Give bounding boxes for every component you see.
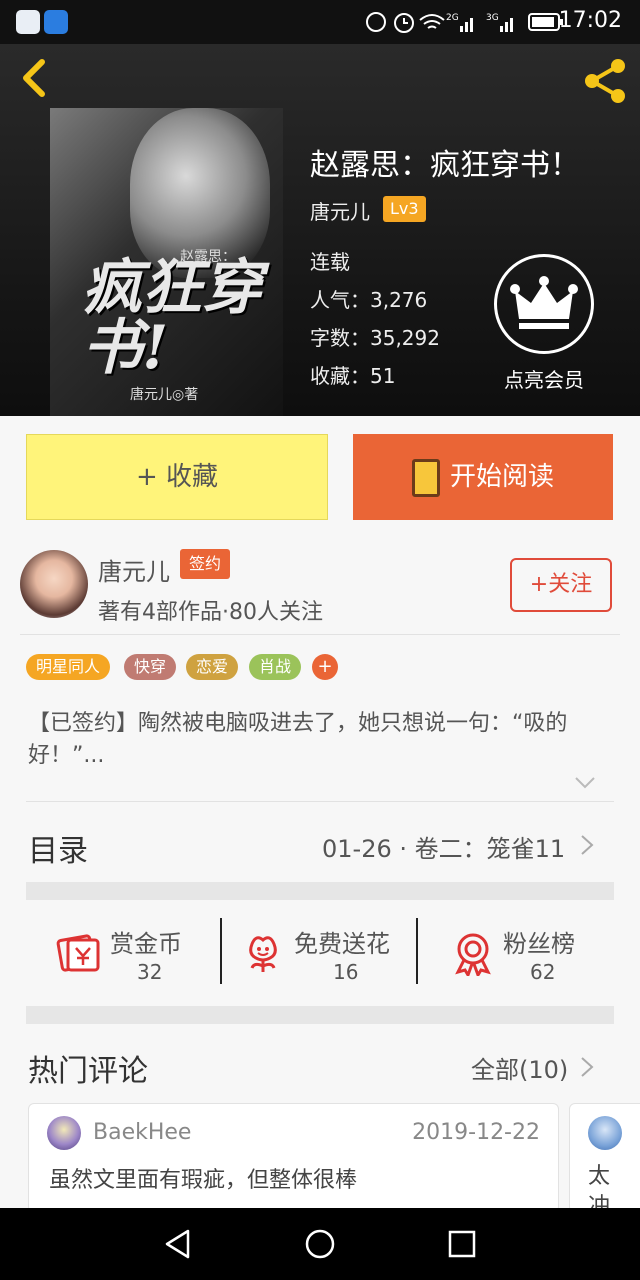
commenter-name[interactable]: BaekHee bbox=[93, 1120, 191, 1145]
medal-icon[interactable] bbox=[450, 930, 496, 976]
divider bbox=[416, 918, 418, 984]
status-icons: 2G 3G bbox=[366, 12, 513, 33]
book-icon bbox=[411, 458, 440, 497]
chevron-right-icon[interactable] bbox=[580, 834, 594, 856]
synopsis[interactable]: 【已签约】陶然被电脑吸进去了，她只想说一句：“吸的好！”... bbox=[28, 708, 613, 772]
stat-value: 32 bbox=[137, 960, 163, 984]
favorites-count: 收藏：51 bbox=[310, 364, 396, 388]
cover-author-tag: 唐元儿◎著 bbox=[130, 387, 199, 403]
section-separator bbox=[26, 882, 614, 900]
tag-item[interactable]: 肖战 bbox=[249, 654, 302, 680]
commenter-avatar[interactable] bbox=[47, 1116, 81, 1150]
comments-title: 热门评论 bbox=[28, 1054, 148, 1089]
comment-date: 2019-12-22 bbox=[412, 1120, 540, 1145]
stat-label[interactable]: 赏金币 bbox=[110, 924, 182, 959]
k-app-icon bbox=[44, 10, 68, 34]
system-nav-bar bbox=[0, 1208, 640, 1280]
stat-value: 16 bbox=[333, 960, 359, 984]
tag-item[interactable]: 明星同人 bbox=[26, 654, 111, 680]
clock: 17:02 bbox=[558, 8, 622, 33]
comment-card[interactable]: BaekHee 2019-12-22 虽然文里面有瑕疵，但整体很棒 bbox=[28, 1103, 559, 1213]
browser-app-icon bbox=[16, 10, 40, 34]
word-count: 字数：35,292 bbox=[310, 326, 440, 350]
tag-item[interactable]: 快穿 bbox=[124, 654, 177, 680]
chevron-down-icon[interactable] bbox=[574, 776, 596, 790]
flower-icon[interactable] bbox=[240, 930, 286, 976]
recents-nav-icon[interactable] bbox=[446, 1228, 478, 1260]
book-header: 赵露思： 疯狂穿书! 唐元儿◎著 赵露思：疯狂穿书！ 唐元儿 Lv3 连载 人气… bbox=[0, 44, 640, 416]
back-icon[interactable] bbox=[14, 56, 54, 100]
commenter-avatar[interactable] bbox=[588, 1116, 622, 1150]
divider bbox=[220, 918, 222, 984]
reward-coin-icon[interactable] bbox=[56, 930, 102, 976]
header-author-name[interactable]: 唐元儿 bbox=[310, 196, 370, 225]
start-reading-button[interactable]: 开始阅读 bbox=[353, 434, 613, 520]
book-title: 赵露思：疯狂穿书！ bbox=[310, 148, 580, 183]
tag-item[interactable]: 恋爱 bbox=[186, 654, 239, 680]
crown-icon bbox=[510, 276, 578, 329]
serial-status: 连载 bbox=[310, 250, 350, 274]
comment-text: 太 冲 bbox=[588, 1164, 611, 1213]
share-icon[interactable] bbox=[580, 56, 630, 106]
author-stats: 著有4部作品·80人关注 bbox=[98, 600, 323, 625]
chevron-right-icon[interactable] bbox=[580, 1056, 594, 1078]
popularity: 人气：3,276 bbox=[310, 288, 428, 312]
cover-title-art: 疯狂穿书! bbox=[82, 253, 262, 383]
stat-label[interactable]: 免费送花 bbox=[294, 924, 390, 959]
home-nav-icon[interactable] bbox=[304, 1228, 336, 1260]
divider bbox=[26, 801, 614, 802]
start-reading-label: 开始阅读 bbox=[449, 462, 554, 492]
catalog-title[interactable]: 目录 bbox=[28, 826, 88, 870]
latest-chapter[interactable]: 01-26 · 卷二：笼雀11 bbox=[322, 829, 565, 864]
vip-label[interactable]: 点亮会员 bbox=[488, 364, 600, 393]
book-cover[interactable]: 赵露思： 疯狂穿书! 唐元儿◎著 bbox=[50, 108, 283, 416]
svg-text:3G: 3G bbox=[486, 13, 499, 23]
all-comments-link[interactable]: 全部(10) bbox=[471, 1050, 568, 1085]
vip-button[interactable] bbox=[494, 254, 594, 354]
svg-text:2G: 2G bbox=[446, 13, 459, 23]
back-nav-icon[interactable] bbox=[162, 1228, 194, 1260]
favorite-button[interactable]: + 收藏 bbox=[26, 434, 328, 520]
signed-badge: 签约 bbox=[180, 549, 231, 579]
status-bar: 2G 3G 17:02 bbox=[0, 0, 640, 44]
follow-button[interactable]: +关注 bbox=[510, 558, 612, 612]
comment-text: 虽然文里面有瑕疵，但整体很棒 bbox=[49, 1168, 358, 1193]
comment-card[interactable]: 太 冲 bbox=[569, 1103, 640, 1213]
section-separator bbox=[26, 1006, 614, 1024]
add-tag-button[interactable]: + bbox=[312, 654, 338, 680]
stat-value: 62 bbox=[530, 960, 556, 984]
author-name[interactable]: 唐元儿 bbox=[98, 552, 170, 587]
level-badge: Lv3 bbox=[383, 196, 426, 222]
author-avatar[interactable] bbox=[20, 550, 88, 618]
divider bbox=[20, 634, 620, 635]
stat-label[interactable]: 粉丝榜 bbox=[503, 924, 575, 959]
